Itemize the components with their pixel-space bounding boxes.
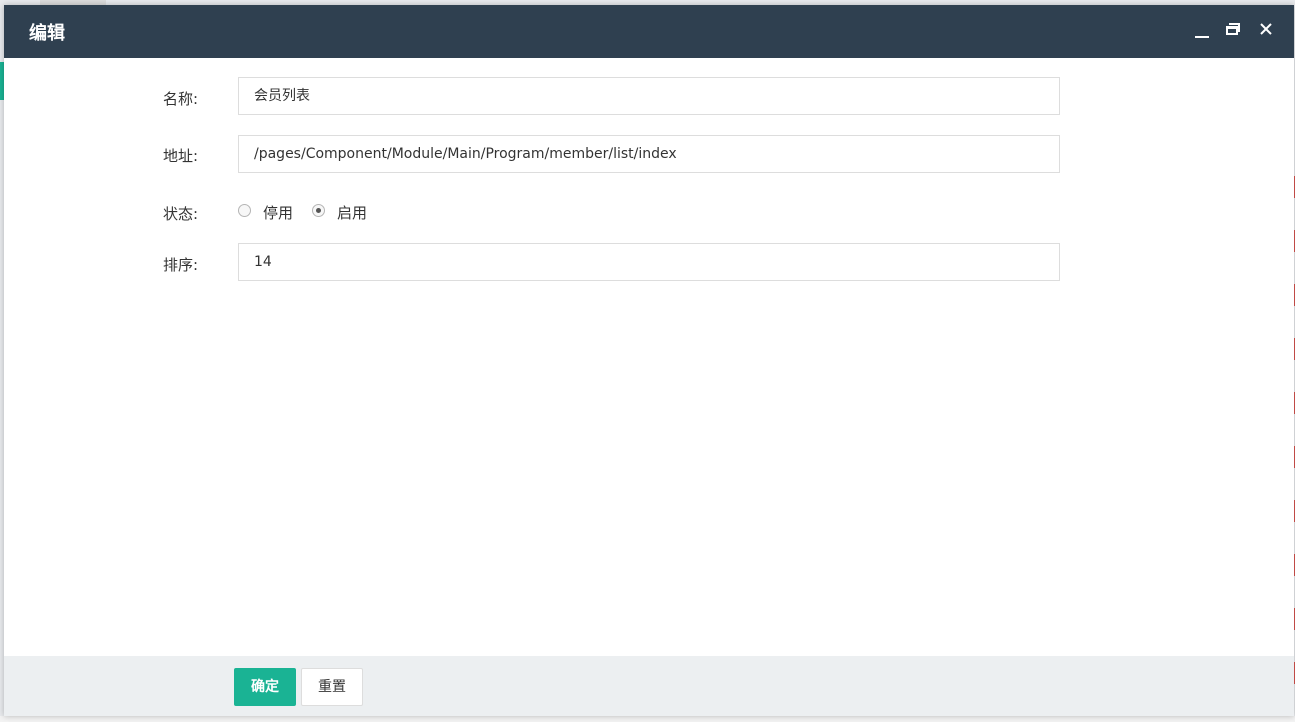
name-input[interactable]: [238, 77, 1060, 115]
confirm-button[interactable]: 确定: [234, 668, 296, 706]
url-label: 地址:: [163, 147, 199, 165]
radio-checked-icon[interactable]: [312, 204, 325, 217]
dialog-footer: 确定 重置: [4, 656, 1294, 716]
sort-label: 排序:: [163, 256, 199, 274]
url-input[interactable]: [238, 135, 1060, 173]
minimize-icon[interactable]: [1192, 20, 1212, 40]
radio-unchecked-icon[interactable]: [238, 204, 251, 217]
edit-dialog: 编辑 名称: 地址: 状态: 停用 启用 排序: 确定: [4, 5, 1294, 716]
maximize-icon[interactable]: [1224, 20, 1244, 40]
status-option-label: 停用: [263, 204, 294, 222]
name-label: 名称:: [163, 90, 199, 108]
sort-input[interactable]: [238, 243, 1060, 281]
reset-button[interactable]: 重置: [301, 668, 363, 706]
close-icon[interactable]: [1256, 19, 1276, 39]
background-bottom-bar: [0, 716, 1295, 722]
status-option-label: 启用: [337, 204, 368, 222]
dialog-titlebar[interactable]: 编辑: [4, 5, 1294, 58]
dialog-title: 编辑: [29, 23, 65, 44]
status-label: 状态:: [163, 205, 199, 223]
